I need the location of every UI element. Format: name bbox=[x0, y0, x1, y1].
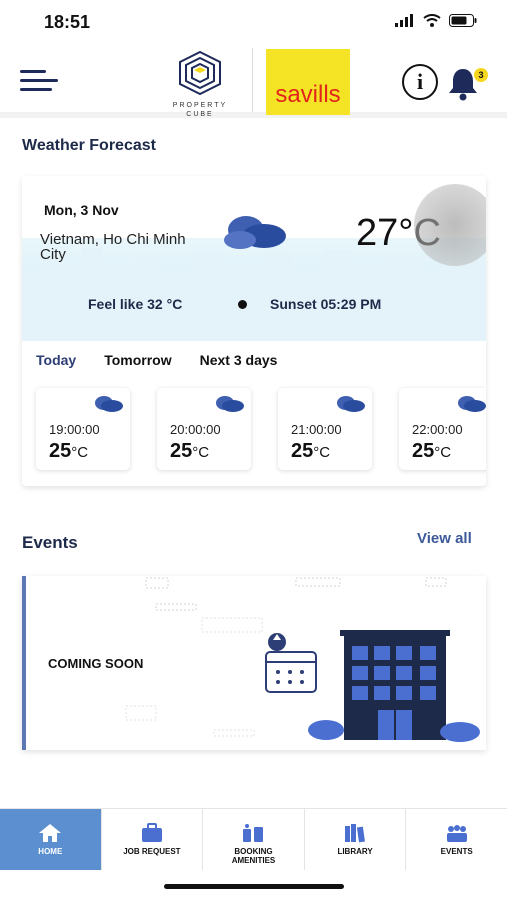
hour-temp-unit: °C bbox=[313, 444, 331, 461]
temperature-highlight bbox=[414, 184, 486, 266]
cloud-icon bbox=[224, 216, 286, 249]
events-section-title: Events bbox=[22, 533, 78, 552]
nav-label: LIBRARY bbox=[337, 847, 373, 856]
tab-tomorrow[interactable]: Tomorrow bbox=[104, 352, 171, 368]
hourly-forecast-card[interactable]: 22:00:00 25°C bbox=[399, 388, 486, 470]
hour-temperature: 25°C bbox=[170, 440, 209, 463]
property-cube-logo: PROPERTY CUBE bbox=[160, 50, 240, 118]
status-time: 18:51 bbox=[44, 12, 91, 32]
app-header: PROPERTY CUBE savills i 3 bbox=[0, 44, 507, 118]
nav-label: JOB REQUEST bbox=[123, 847, 181, 856]
separator-dot bbox=[238, 300, 247, 309]
wifi-icon bbox=[423, 14, 441, 27]
hour-time: 20:00:00 bbox=[170, 422, 221, 437]
battery-icon bbox=[449, 14, 477, 27]
forecast-tabs: Today Tomorrow Next 3 days bbox=[36, 352, 277, 368]
hourly-forecast-card[interactable]: 19:00:00 25°C bbox=[36, 388, 130, 470]
info-button[interactable]: i bbox=[402, 64, 438, 100]
cloud-icon bbox=[458, 396, 486, 412]
tab-next-3-days[interactable]: Next 3 days bbox=[200, 352, 278, 368]
booking-icon bbox=[243, 824, 264, 842]
menu-icon-line bbox=[20, 79, 58, 82]
menu-icon bbox=[20, 70, 46, 73]
brand-line2: CUBE bbox=[186, 111, 214, 118]
bottom-navigation: HOME JOB REQUEST BOOKING AMENITIES LIBRA… bbox=[0, 808, 507, 870]
home-icon bbox=[39, 824, 62, 842]
weather-section-title: Weather Forecast bbox=[22, 137, 156, 154]
event-illustration bbox=[125, 577, 480, 742]
hour-temperature: 25°C bbox=[291, 440, 330, 463]
library-icon bbox=[345, 824, 366, 843]
nav-label: BOOKING AMENITIES bbox=[231, 847, 276, 865]
hour-time: 22:00:00 bbox=[412, 422, 463, 437]
nav-label: EVENTS bbox=[440, 847, 473, 856]
hour-temp-unit: °C bbox=[434, 444, 452, 461]
briefcase-icon bbox=[141, 823, 162, 842]
weather-summary: Mon, 3 Nov Vietnam, Ho Chi Minh City 27°… bbox=[22, 176, 486, 341]
nav-library[interactable]: LIBRARY bbox=[305, 809, 407, 870]
cloud-icon bbox=[216, 396, 244, 412]
status-bar: 18:51 bbox=[0, 0, 507, 44]
property-cube-emblem bbox=[179, 50, 221, 96]
notification-badge: 3 bbox=[474, 68, 488, 82]
hour-temp-unit: °C bbox=[71, 444, 89, 461]
menu-icon-line bbox=[20, 88, 52, 91]
hour-temperature: 25°C bbox=[412, 440, 451, 463]
nav-home[interactable]: HOME bbox=[0, 809, 102, 870]
nav-booking-amenities[interactable]: BOOKING AMENITIES bbox=[203, 809, 305, 870]
hour-temp-value: 25 bbox=[412, 440, 435, 462]
view-all-link[interactable]: View all bbox=[417, 530, 472, 547]
weather-location: Vietnam, Ho Chi Minh City bbox=[40, 231, 186, 263]
feels-like: Feel like 32 °C bbox=[88, 296, 183, 312]
info-icon: i bbox=[416, 69, 424, 94]
notification-button[interactable]: 3 bbox=[446, 62, 488, 102]
tab-today[interactable]: Today bbox=[36, 352, 76, 368]
home-indicator[interactable] bbox=[164, 884, 344, 889]
hour-temp-value: 25 bbox=[170, 440, 193, 462]
menu-button[interactable] bbox=[20, 70, 60, 92]
events-icon bbox=[446, 825, 467, 842]
hourly-forecast-card[interactable]: 21:00:00 25°C bbox=[278, 388, 372, 470]
hour-temp-value: 25 bbox=[291, 440, 314, 462]
signal-icon bbox=[395, 14, 413, 27]
nav-job-request[interactable]: JOB REQUEST bbox=[102, 809, 204, 870]
status-icons bbox=[395, 14, 477, 27]
sunset-time: Sunset 05:29 PM bbox=[270, 296, 382, 312]
savills-wordmark: savills bbox=[275, 81, 341, 108]
weather-card: Mon, 3 Nov Vietnam, Ho Chi Minh City 27°… bbox=[22, 176, 486, 486]
hour-temp-value: 25 bbox=[49, 440, 72, 462]
building-icon bbox=[340, 630, 450, 740]
hour-time: 21:00:00 bbox=[291, 422, 342, 437]
cloud-icon bbox=[337, 396, 365, 412]
nav-label: HOME bbox=[38, 847, 63, 856]
weather-date: Mon, 3 Nov bbox=[44, 202, 119, 218]
brand-line1: PROPERTY bbox=[172, 102, 228, 109]
savills-logo: savills bbox=[266, 49, 350, 115]
hourly-forecast-card[interactable]: 20:00:00 25°C bbox=[157, 388, 251, 470]
calendar-icon bbox=[265, 633, 317, 693]
hour-time: 19:00:00 bbox=[49, 422, 100, 437]
event-card[interactable]: COMING SOON bbox=[22, 576, 486, 750]
hour-temperature: 25°C bbox=[49, 440, 88, 463]
hour-temp-unit: °C bbox=[192, 444, 210, 461]
nav-events[interactable]: EVENTS bbox=[406, 809, 507, 870]
header-divider bbox=[252, 48, 253, 112]
cloud-icon bbox=[95, 396, 123, 412]
